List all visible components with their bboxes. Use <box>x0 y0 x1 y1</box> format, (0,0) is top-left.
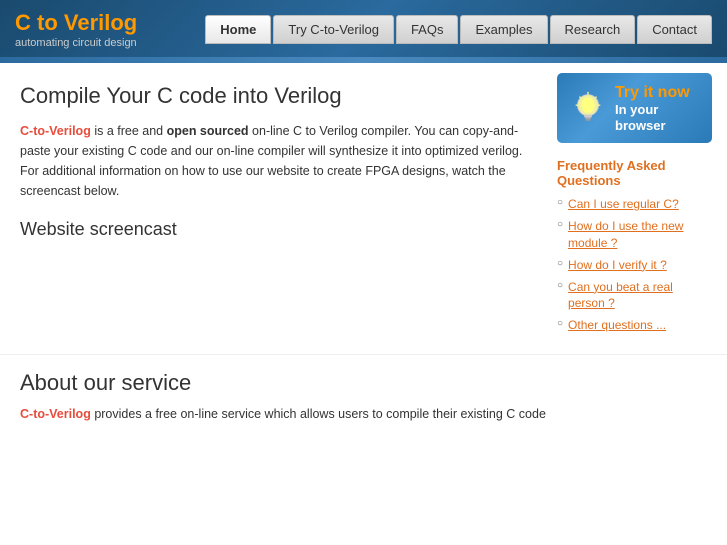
about-title: About our service <box>20 370 707 396</box>
nav-home[interactable]: Home <box>205 15 271 44</box>
try-now-text: Try it now In your browser <box>615 83 700 133</box>
faq-link-4[interactable]: Can you beat a real person ? <box>568 279 712 313</box>
faq-title: Frequently Asked Questions <box>557 158 712 188</box>
bulb-icon <box>569 89 607 127</box>
bottom-section: About our service C-to-Verilog provides … <box>0 354 727 439</box>
screencast-title: Website screencast <box>20 219 532 240</box>
brand-name-intro: C-to-Verilog <box>20 124 91 138</box>
header: C to Verilog automating circuit design H… <box>0 0 727 57</box>
intro-paragraph: C-to-Verilog is a free and open sourced … <box>20 121 532 201</box>
about-text-body: provides a free on-line service which al… <box>91 407 546 421</box>
nav-research[interactable]: Research <box>550 15 636 44</box>
nav-contact[interactable]: Contact <box>637 15 712 44</box>
try-now-line2: In your browser <box>615 102 700 133</box>
faq-link-5[interactable]: Other questions ... <box>568 317 666 334</box>
faq-link-1[interactable]: Can I use regular C? <box>568 196 679 213</box>
nav: Home Try C-to-Verilog FAQs Examples Rese… <box>203 15 712 44</box>
faq-item-5: Other questions ... <box>557 317 712 334</box>
try-now-box[interactable]: Try it now In your browser <box>557 73 712 143</box>
nav-try[interactable]: Try C-to-Verilog <box>273 15 394 44</box>
faq-link-3[interactable]: How do I verify it ? <box>568 257 667 274</box>
faq-item-4: Can you beat a real person ? <box>557 279 712 313</box>
site-title[interactable]: C to Verilog <box>15 10 137 36</box>
nav-faqs[interactable]: FAQs <box>396 15 459 44</box>
about-text: C-to-Verilog provides a free on-line ser… <box>20 404 707 424</box>
logo-area: C to Verilog automating circuit design <box>15 10 137 49</box>
faq-link-2[interactable]: How do I use the new module ? <box>568 218 712 252</box>
faq-item-3: How do I verify it ? <box>557 257 712 274</box>
try-now-line1: Try it now <box>615 83 700 102</box>
page-title: Compile Your C code into Verilog <box>20 83 532 109</box>
sidebar: Try it now In your browser Frequently As… <box>552 63 727 354</box>
site-subtitle: automating circuit design <box>15 37 137 49</box>
main-area: Compile Your C code into Verilog C-to-Ve… <box>0 63 727 354</box>
nav-examples[interactable]: Examples <box>460 15 547 44</box>
intro-text-1: is a free and <box>91 124 167 138</box>
faq-item-1: Can I use regular C? <box>557 196 712 213</box>
about-brand: C-to-Verilog <box>20 407 91 421</box>
intro-bold: open sourced <box>167 124 249 138</box>
faq-item-2: How do I use the new module ? <box>557 218 712 252</box>
content-area: Compile Your C code into Verilog C-to-Ve… <box>0 63 552 354</box>
faq-list: Can I use regular C? How do I use the ne… <box>557 196 712 334</box>
